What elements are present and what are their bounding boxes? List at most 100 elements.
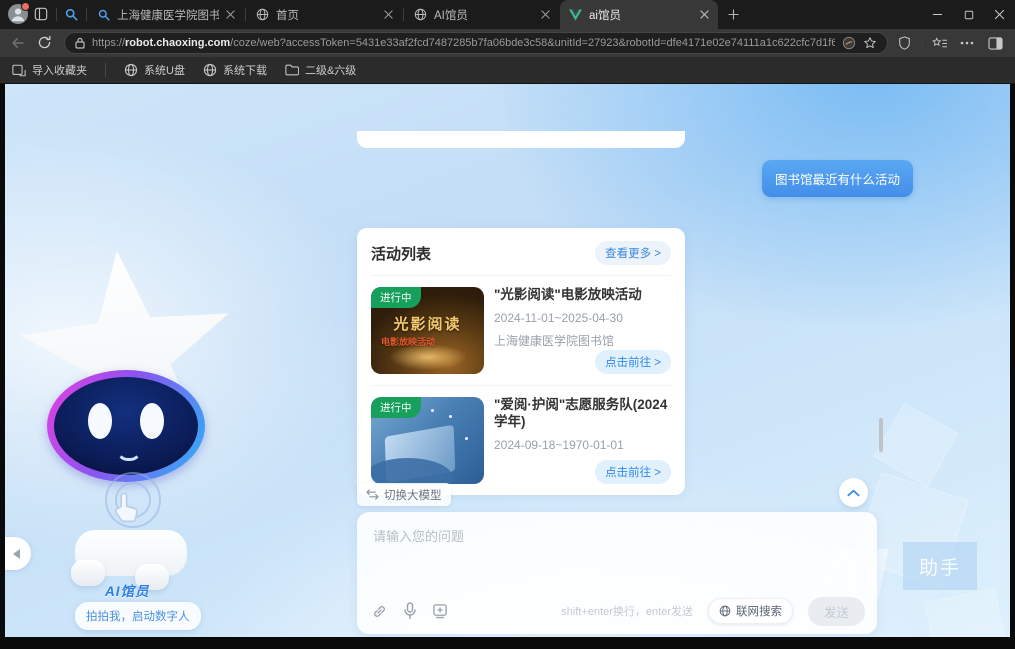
scroll-up-button[interactable]: [839, 478, 868, 507]
send-button[interactable]: 发送: [808, 597, 865, 626]
activity-item: 进行中 光影阅读 电影放映活动 "光影阅读"电影放映活动 2024-11-01~…: [357, 276, 685, 385]
activity-organizer: 上海健康医学院图书馆: [494, 332, 671, 349]
bookmarks-bar: 导入收藏夹 系统U盘 系统下载 二级&六级: [0, 57, 1015, 84]
swap-icon: [366, 489, 379, 500]
switch-model-button[interactable]: 切换大模型: [357, 483, 451, 506]
chat-input-panel: shift+enter换行，enter发送 联网搜索 发送: [357, 512, 877, 634]
settings-menu-icon[interactable]: [960, 41, 974, 45]
tab-ai-librarian[interactable]: AI馆员: [405, 0, 559, 29]
tab-close-icon[interactable]: [700, 10, 709, 19]
browser-toolbar: https://robot.chaoxing.com/coze/web?acce…: [0, 29, 1015, 57]
bookmark-label: 系统下载: [223, 62, 267, 78]
refresh-button[interactable]: [37, 35, 52, 50]
divider: [403, 8, 404, 21]
activity-date: 2024-11-01~2025-04-30: [494, 311, 671, 325]
mascot-eye: [88, 403, 112, 439]
view-more-button[interactable]: 查看更多 >: [595, 241, 671, 265]
collections-icon[interactable]: [932, 37, 948, 50]
globe-icon: [203, 63, 217, 77]
folder-icon: [285, 64, 299, 76]
status-badge: 进行中: [371, 287, 421, 308]
favorite-star-icon[interactable]: [863, 36, 877, 50]
globe-icon: [124, 63, 138, 77]
background-decoration: [924, 588, 1010, 637]
tab-close-icon[interactable]: [541, 10, 550, 19]
search-icon: [65, 8, 78, 21]
tab-ai-librarian-active[interactable]: ai馆员: [560, 0, 718, 29]
thumbnail-glow: [389, 344, 467, 370]
mascot-tooltip: 拍拍我，启动数字人: [75, 602, 201, 630]
hand-cursor-icon: [111, 490, 145, 533]
tab-label: ai馆员: [589, 7, 693, 23]
tab-label: 上海健康医学院图书馆官网 - 搜索: [117, 7, 219, 23]
thumbnail-art: [431, 409, 434, 412]
digital-human-mascot[interactable]: AI馆员 拍拍我，启动数字人: [13, 242, 253, 602]
mascot-foot: [71, 560, 105, 586]
triangle-left-icon: [13, 549, 20, 559]
profile-avatar[interactable]: [8, 4, 28, 24]
mascot-smile: [116, 447, 142, 461]
import-icon: [12, 64, 26, 77]
workspaces-icon[interactable]: [34, 7, 48, 21]
activity-title: "爱阅·护阅"志愿服务队(2024学年): [494, 397, 671, 431]
assistant-watermark-chip: 助手: [903, 542, 977, 590]
search-icon: [98, 9, 110, 21]
question-input[interactable]: [371, 524, 845, 590]
ai-librarian-page: 助手 AI 图书馆最近有什么活动 活动列表 查看更多 > 进行中 光影阅读 电影…: [5, 84, 1010, 637]
activity-thumbnail[interactable]: 进行中 光影阅读 电影放映活动: [371, 287, 484, 374]
back-arrow-icon: [10, 35, 26, 51]
chevron-up-icon: [847, 489, 860, 497]
refresh-icon: [37, 35, 52, 50]
truncated-message-card: [357, 131, 685, 148]
activity-item: 进行中 "爱阅·护阅"志愿服务队(2024学年) 2024-09-18~1970…: [357, 386, 685, 495]
tab-label: 首页: [276, 7, 377, 23]
microphone-icon[interactable]: [403, 602, 417, 620]
tab-close-icon[interactable]: [384, 10, 393, 19]
browser-tab-bar: 上海健康医学院图书馆官网 - 搜索 首页 AI馆员 ai馆员: [0, 0, 1015, 29]
divider: [922, 37, 923, 50]
activity-thumbnail[interactable]: 进行中: [371, 397, 484, 484]
lock-icon: [75, 37, 85, 49]
bookmark-system-download[interactable]: 系统下载: [203, 62, 267, 78]
send-hint-text: shift+enter换行，enter发送: [561, 603, 693, 619]
user-message-text: 图书馆最近有什么活动: [775, 169, 900, 188]
pinned-search-tab[interactable]: [65, 8, 78, 21]
close-window-button[interactable]: [984, 0, 1015, 29]
web-search-toggle[interactable]: 联网搜索: [708, 598, 793, 624]
mascot-name-label: AI馆员: [105, 580, 150, 600]
minimize-button[interactable]: [922, 0, 953, 29]
browser-essentials-icon[interactable]: [898, 36, 911, 50]
plus-icon: [728, 9, 739, 20]
mascot-face: [47, 370, 205, 482]
attach-link-icon[interactable]: [371, 603, 388, 620]
user-message-bubble: 图书馆最近有什么活动: [762, 160, 913, 197]
tab-home[interactable]: 首页: [247, 0, 402, 29]
site-extension-icon[interactable]: [842, 36, 856, 50]
sidebar-toggle-icon[interactable]: [988, 37, 1003, 50]
vue-logo-icon: [569, 9, 582, 21]
address-bar[interactable]: https://robot.chaoxing.com/coze/web?acce…: [64, 32, 888, 54]
bookmark-cet-folder[interactable]: 二级&六级: [285, 62, 356, 78]
globe-icon: [256, 8, 269, 21]
bookmark-import-favorites[interactable]: 导入收藏夹: [12, 62, 87, 78]
go-to-activity-button[interactable]: 点击前往 >: [595, 460, 671, 484]
new-tab-button[interactable]: [728, 9, 739, 20]
tab-label: AI馆员: [434, 7, 534, 23]
thumbnail-art: [465, 437, 468, 440]
add-image-icon[interactable]: [432, 603, 449, 619]
maximize-button[interactable]: [953, 0, 984, 29]
notification-dot: [21, 2, 30, 11]
scrollbar-thumb[interactable]: [879, 418, 883, 452]
back-button[interactable]: [10, 35, 26, 51]
bookmark-system-usb[interactable]: 系统U盘: [124, 62, 185, 78]
divider: [86, 8, 87, 21]
activity-card-title: 活动列表: [371, 243, 431, 264]
web-search-label: 联网搜索: [736, 603, 782, 619]
tab-library-search[interactable]: 上海健康医学院图书馆官网 - 搜索: [89, 0, 244, 29]
url-text: https://robot.chaoxing.com/coze/web?acce…: [92, 37, 835, 49]
go-to-activity-button[interactable]: 点击前往 >: [595, 350, 671, 374]
tab-close-icon[interactable]: [226, 10, 235, 19]
activity-date: 2024-09-18~1970-01-01: [494, 438, 671, 452]
status-badge: 进行中: [371, 397, 421, 418]
globe-icon: [414, 8, 427, 21]
